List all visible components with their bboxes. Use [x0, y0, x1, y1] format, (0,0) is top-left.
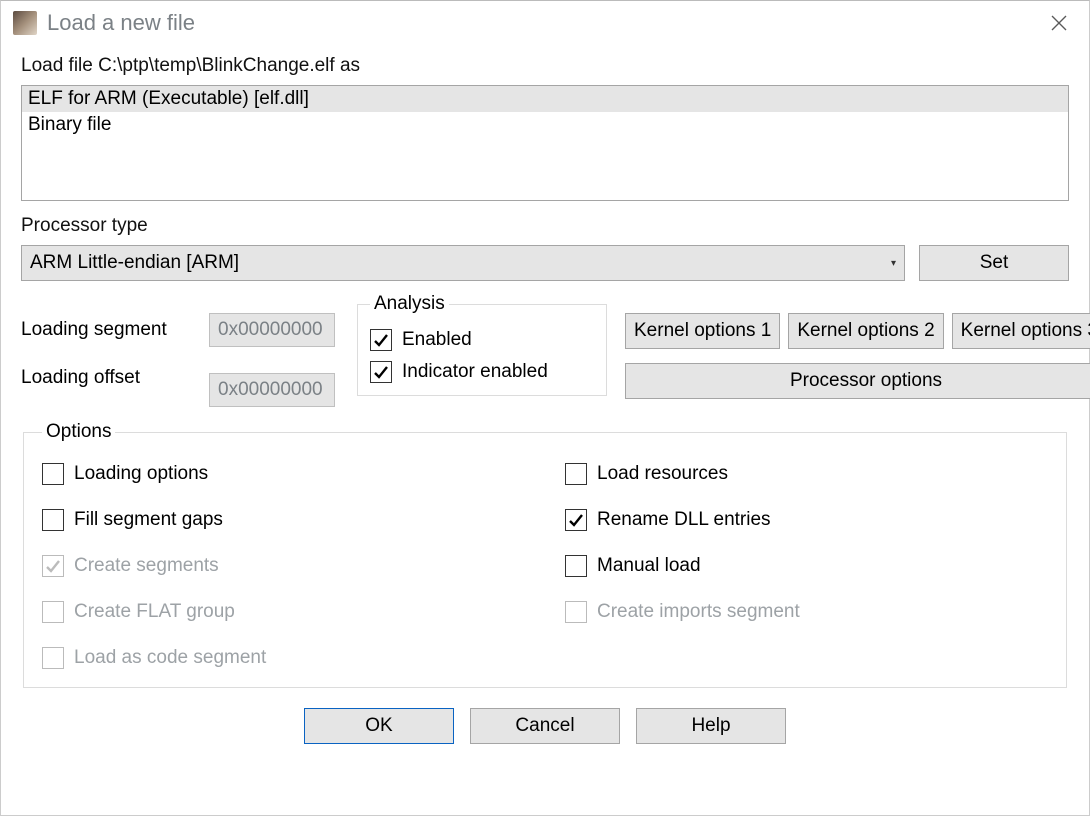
option-label: Fill segment gaps	[74, 509, 223, 531]
option-row: Load as code segment	[42, 647, 525, 669]
analysis-group: Analysis Enabled Indicator enabled	[357, 293, 607, 396]
set-button[interactable]: Set	[919, 245, 1069, 281]
option-row[interactable]: Manual load	[565, 555, 1048, 577]
option-row: Create segments	[42, 555, 525, 577]
checkbox-icon	[565, 463, 587, 485]
loading-segment-input[interactable]	[209, 313, 335, 347]
checkbox-icon	[565, 555, 587, 577]
option-row: Create FLAT group	[42, 601, 525, 623]
checkbox-icon	[565, 509, 587, 531]
option-row[interactable]: Loading options	[42, 463, 525, 485]
analysis-enabled-label: Enabled	[402, 329, 472, 351]
option-row[interactable]: Fill segment gaps	[42, 509, 525, 531]
checkbox-icon	[565, 601, 587, 623]
option-label: Manual load	[597, 555, 701, 577]
kernel-options-3-button[interactable]: Kernel options 3	[952, 313, 1090, 349]
checkbox-icon	[42, 509, 64, 531]
ok-button[interactable]: OK	[304, 708, 454, 744]
option-row[interactable]: Load resources	[565, 463, 1048, 485]
option-label: Create segments	[74, 555, 219, 577]
load-file-dialog: Load a new file Load file C:\ptp\temp\Bl…	[0, 0, 1090, 816]
kernel-options-1-button[interactable]: Kernel options 1	[625, 313, 780, 349]
checkbox-icon	[42, 463, 64, 485]
file-type-list[interactable]: ELF for ARM (Executable) [elf.dll] Binar…	[21, 85, 1069, 201]
option-label: Load resources	[597, 463, 728, 485]
analysis-legend: Analysis	[370, 293, 449, 315]
app-icon	[13, 11, 37, 35]
option-label: Create imports segment	[597, 601, 800, 623]
dialog-buttons: OK Cancel Help	[21, 708, 1069, 744]
options-group: Options Loading options Load resources Fil…	[23, 421, 1067, 688]
close-icon	[1050, 14, 1068, 32]
loading-segment-label: Loading segment	[21, 319, 191, 341]
file-type-item[interactable]: ELF for ARM (Executable) [elf.dll]	[22, 86, 1068, 112]
checkbox-icon	[42, 601, 64, 623]
analysis-enabled-row[interactable]: Enabled	[370, 329, 594, 351]
close-button[interactable]	[1037, 1, 1081, 45]
option-label: Load as code segment	[74, 647, 266, 669]
content: Load file C:\ptp\temp\BlinkChange.elf as…	[1, 45, 1089, 815]
processor-options-button[interactable]: Processor options	[625, 363, 1090, 399]
analysis-indicator-label: Indicator enabled	[402, 361, 548, 383]
option-row[interactable]: Rename DLL entries	[565, 509, 1048, 531]
checkbox-icon	[42, 647, 64, 669]
options-legend: Options	[42, 421, 115, 443]
kernel-options-2-button[interactable]: Kernel options 2	[788, 313, 943, 349]
option-label: Create FLAT group	[74, 601, 235, 623]
load-file-label: Load file C:\ptp\temp\BlinkChange.elf as	[21, 55, 1069, 77]
option-row: Create imports segment	[565, 601, 1048, 623]
processor-type-combo[interactable]: ARM Little-endian [ARM] ▾	[21, 245, 905, 281]
processor-type-label: Processor type	[21, 215, 1069, 237]
loading-offset-input[interactable]	[209, 373, 335, 407]
chevron-down-icon: ▾	[891, 258, 896, 269]
checkbox-icon	[42, 555, 64, 577]
titlebar: Load a new file	[1, 1, 1089, 45]
cancel-button[interactable]: Cancel	[470, 708, 620, 744]
option-label: Rename DLL entries	[597, 509, 771, 531]
checkbox-icon	[370, 361, 392, 383]
file-type-item[interactable]: Binary file	[22, 112, 1068, 138]
window-title: Load a new file	[47, 10, 195, 36]
help-button[interactable]: Help	[636, 708, 786, 744]
processor-type-value: ARM Little-endian [ARM]	[30, 252, 239, 274]
analysis-indicator-row[interactable]: Indicator enabled	[370, 361, 594, 383]
loading-offset-label: Loading offset	[21, 367, 191, 389]
checkbox-icon	[370, 329, 392, 351]
option-label: Loading options	[74, 463, 208, 485]
